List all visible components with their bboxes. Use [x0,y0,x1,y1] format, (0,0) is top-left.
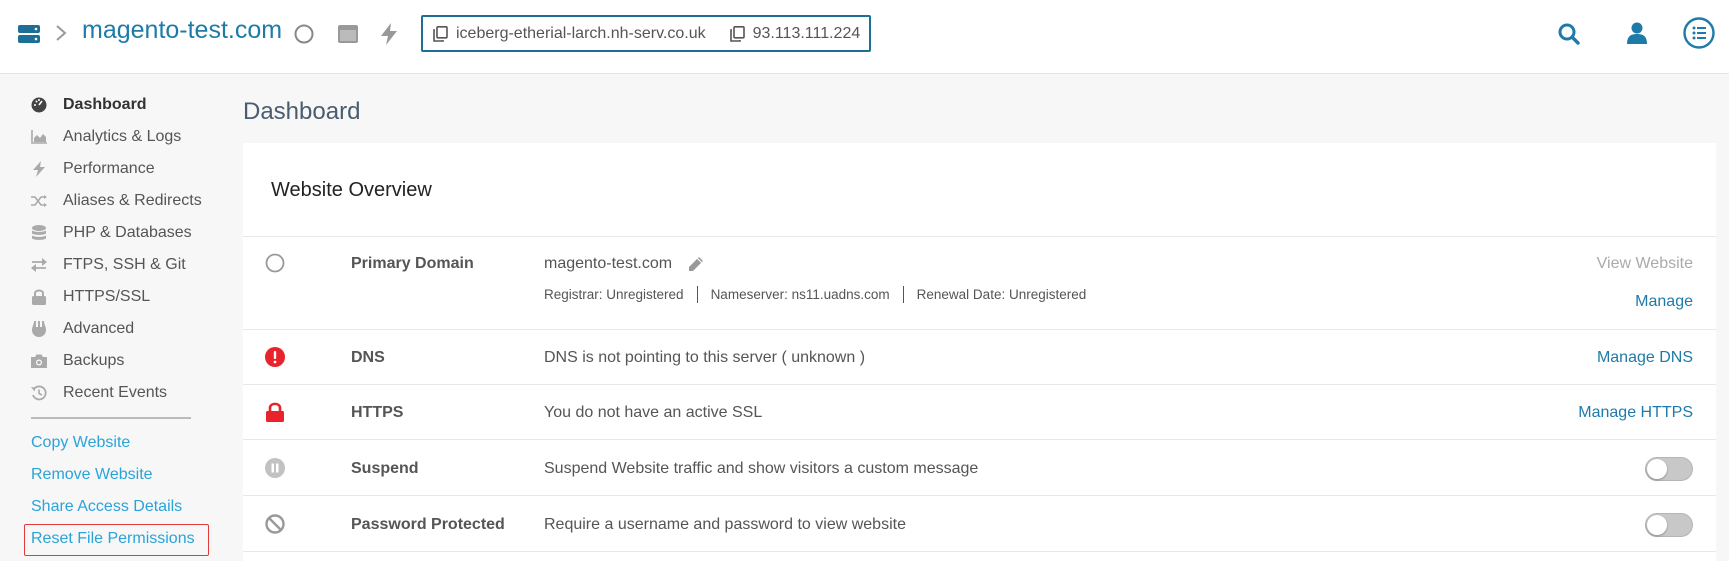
website-overview-card: Website Overview Primary Domain magento-… [243,143,1716,561]
history-icon [30,384,48,402]
sidebar-divider [31,417,191,419]
manage-https-link[interactable]: Manage HTTPS [1578,404,1693,422]
sidebar-item-label: Performance [63,160,155,177]
https-row: HTTPS You do not have an active SSL Mana… [243,384,1716,439]
empty-circle-icon [265,253,285,273]
manage-dns-link[interactable]: Manage DNS [1597,349,1693,367]
password-protect-toggle[interactable] [1645,513,1693,537]
ip-copy[interactable]: 93.113.111.224 [729,24,861,43]
sidebar-item-https-ssl[interactable]: HTTPS/SSL [30,285,150,309]
row-label: Primary Domain [351,255,474,272]
exchange-icon [30,256,48,274]
manage-domain-link[interactable]: Manage [1635,293,1693,311]
camera-icon [30,352,48,370]
sidebar-item-ftps-ssh-git[interactable]: FTPS, SSH & Git [30,253,186,277]
ban-icon [265,514,285,534]
remove-website-link[interactable]: Remove Website [31,466,153,484]
sidebar-item-label: HTTPS/SSL [63,288,151,305]
server-menu-icon[interactable] [18,25,40,43]
browser-window-icon[interactable] [338,25,358,43]
sidebar-item-performance[interactable]: Performance [30,157,155,181]
registrar-text: Registrar: Unregistered [544,287,684,302]
pencil-icon[interactable] [688,256,704,272]
sidebar-item-label: Recent Events [63,384,168,401]
alert-icon [265,347,285,367]
bolt-icon[interactable] [381,23,397,45]
password-protected-row: Password Protected Require a username an… [243,495,1716,551]
status-circle-icon[interactable] [294,24,314,44]
sidebar-item-label: Backups [63,352,125,369]
site-name[interactable]: magento-test.com [82,16,282,45]
copy-icon [433,25,448,42]
lock-icon [30,288,48,306]
red-lock-icon [265,402,285,422]
row-label: HTTPS [351,404,404,421]
server-info-box: iceberg-etherial-larch.nh-serv.co.uk 93.… [421,15,871,52]
dns-row: DNS DNS is not pointing to this server (… [243,329,1716,384]
domain-meta: Registrar: Unregistered Nameserver: ns11… [544,286,1086,303]
renewal-text: Renewal Date: Unregistered [916,287,1087,302]
sidebar-item-php-databases[interactable]: PHP & Databases [30,221,192,245]
sidebar-item-label: Aliases & Redirects [63,192,202,209]
row-description: Require a username and password to view … [544,516,906,533]
row-description: DNS is not pointing to this server ( unk… [544,349,866,366]
advanced-icon [30,320,48,338]
sidebar-item-backups[interactable]: Backups [30,349,124,373]
sidebar-item-label: PHP & Databases [63,224,192,241]
database-icon [30,224,48,242]
sidebar-item-advanced[interactable]: Advanced [30,317,134,341]
shuffle-icon [30,192,48,210]
copy-website-link[interactable]: Copy Website [31,434,130,452]
sidebar-item-aliases[interactable]: Aliases & Redirects [30,189,202,213]
search-icon[interactable] [1558,23,1580,45]
sidebar-item-recent-events[interactable]: Recent Events [30,381,167,405]
user-icon[interactable] [1627,22,1647,44]
share-access-details-link[interactable]: Share Access Details [31,498,182,516]
primary-domain-row: Primary Domain magento-test.com Registra… [243,236,1716,329]
sidebar-item-label: Dashboard [63,96,147,113]
chevron-right-icon [55,24,67,42]
row-separator [243,551,1716,561]
row-label: Suspend [351,460,419,477]
sidebar-item-analytics[interactable]: Analytics & Logs [30,125,181,149]
top-bar: magento-test.com iceberg-etherial-larch.… [0,0,1729,74]
sidebar-item-label: Advanced [63,320,135,337]
dashboard-icon [30,96,48,114]
card-title: Website Overview [271,179,432,201]
area-chart-icon [30,128,48,146]
sidebar-item-label: Analytics & Logs [63,128,182,145]
sidebar-item-label: FTPS, SSH & Git [63,256,186,273]
row-label: DNS [351,349,385,366]
row-label: Password Protected [351,516,505,533]
list-menu-icon[interactable] [1683,17,1715,49]
row-description: You do not have an active SSL [544,404,763,421]
ip-text: 93.113.111.224 [752,24,861,42]
suspend-row: Suspend Suspend Website traffic and show… [243,439,1716,495]
suspend-toggle[interactable] [1645,457,1693,481]
bolt-icon [30,160,48,178]
page-title: Dashboard [243,98,361,125]
row-description: Suspend Website traffic and show visitor… [544,460,979,477]
hostname-copy[interactable]: iceberg-etherial-larch.nh-serv.co.uk [433,25,706,43]
primary-domain-value: magento-test.com [544,255,673,272]
nameserver-text: Nameserver: ns11.uadns.com [710,287,890,302]
pause-icon [265,458,285,478]
hostname-text: iceberg-etherial-larch.nh-serv.co.uk [456,24,706,42]
view-website-link[interactable]: View Website [1597,255,1693,273]
sidebar-item-dashboard[interactable]: Dashboard [30,93,147,117]
primary-domain-value-wrap: magento-test.com [544,255,704,273]
reset-file-permissions-link[interactable]: Reset File Permissions [31,530,195,548]
copy-icon [729,25,745,42]
